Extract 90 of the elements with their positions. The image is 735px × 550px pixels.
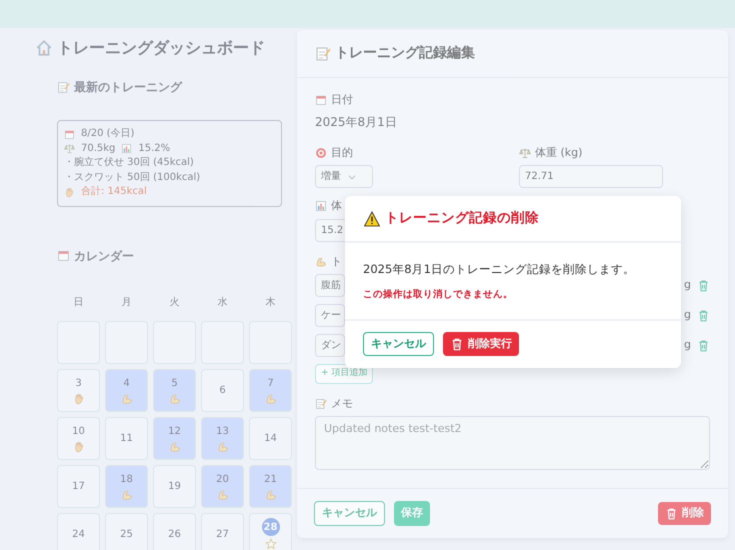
exercise-line: ・スクワット 50回 (100kcal): [64, 170, 202, 184]
field-label: 体重 (kg): [535, 144, 582, 160]
target-icon: [315, 146, 327, 159]
page-title: トレーニングダッシュボード: [57, 37, 265, 59]
calendar-day[interactable]: 28: [249, 512, 292, 550]
unit-label: g: [684, 337, 691, 354]
calendar-day[interactable]: 12: [153, 416, 196, 460]
weekday-label: 水: [216, 296, 228, 310]
trash-icon[interactable]: [697, 339, 710, 352]
calendar-day[interactable]: 11: [105, 416, 148, 460]
warning-icon: [364, 210, 380, 226]
calendar-day[interactable]: 10: [57, 416, 100, 460]
flexed-arm-icon: [168, 392, 180, 404]
entry-total: 合計: 145kcal: [81, 185, 147, 199]
hand-icon: [72, 440, 84, 452]
field-label: 体: [331, 198, 342, 214]
flexed-arm-icon: [120, 488, 132, 500]
dialog-title: トレーニング記録の削除: [385, 209, 539, 228]
flexed-arm-icon: [264, 392, 276, 404]
flexed-arm-icon: [264, 488, 276, 500]
unit-label: g: [684, 277, 691, 294]
calendar-day[interactable]: 5: [153, 368, 196, 412]
calendar-icon: [57, 249, 70, 262]
trash-icon: [450, 336, 464, 351]
weekday-label: 木: [264, 296, 276, 310]
memo-icon: [315, 398, 327, 410]
calendar-day[interactable]: 25: [105, 512, 148, 550]
exercise-line: ・腕立て伏せ 30回 (45kcal): [64, 156, 195, 170]
field-label: 日付: [331, 92, 353, 108]
entry-body-fat: 15.2%: [138, 142, 170, 156]
scale-icon: [519, 146, 531, 159]
cancel-button[interactable]: キャンセル: [314, 501, 385, 526]
house-icon: [35, 39, 53, 57]
calendar-icon: [315, 94, 327, 106]
trash-icon[interactable]: [697, 279, 710, 292]
delete-button[interactable]: 削除: [658, 502, 711, 525]
cancel-button[interactable]: キャンセル: [363, 332, 434, 356]
memo-textarea[interactable]: Updated notes test-test2: [315, 416, 710, 470]
calendar-day[interactable]: 26: [153, 512, 196, 550]
confirm-delete-button[interactable]: 削除実行: [443, 332, 519, 356]
warning-text: この操作は取り消しできません。: [363, 288, 514, 302]
save-button[interactable]: 保存: [394, 501, 430, 526]
flexed-arm-icon: [168, 440, 180, 452]
item-name-input[interactable]: ダン: [315, 334, 345, 357]
calendar-day[interactable]: 19: [153, 464, 196, 508]
section-heading: カレンダー: [74, 248, 134, 264]
item-name-input[interactable]: 腹筋: [315, 274, 345, 297]
calendar-day[interactable]: 17: [57, 464, 100, 508]
bar-chart-icon: [315, 200, 327, 212]
entry-weight: 70.5kg: [81, 142, 116, 156]
flexed-arm-icon: [120, 392, 132, 404]
scale-icon: [64, 143, 75, 154]
calendar-day[interactable]: 24: [57, 512, 100, 550]
calendar-day[interactable]: 7: [249, 368, 292, 412]
weekday-label: 火: [168, 296, 180, 310]
flexed-arm-icon: [216, 440, 228, 452]
calendar-day[interactable]: 13: [201, 416, 244, 460]
bar-chart-icon: [121, 143, 132, 154]
hand-icon: [72, 392, 84, 404]
trash-icon[interactable]: [697, 309, 710, 322]
goal-select[interactable]: 増量: [315, 165, 373, 188]
calendar-day[interactable]: 20: [201, 464, 244, 508]
dialog-message: 2025年8月1日のトレーニング記録を削除します。: [363, 261, 636, 278]
calendar-day[interactable]: 6: [201, 368, 244, 412]
trash-icon: [665, 507, 678, 520]
modal-title: トレーニング記録編集: [335, 44, 475, 63]
weekday-label: 月: [120, 296, 132, 310]
hand-icon: [64, 186, 75, 198]
weight-input[interactable]: 72.71: [519, 165, 663, 188]
field-label: メモ: [331, 396, 353, 412]
entry-date: 8/20 (今日): [81, 127, 134, 141]
calendar-icon: [64, 128, 75, 140]
section-heading: 最新のトレーニング: [74, 79, 182, 96]
star-icon: [264, 538, 276, 550]
calendar-day[interactable]: 27: [201, 512, 244, 550]
field-label: ト: [331, 254, 342, 270]
memo-icon: [315, 46, 331, 62]
flexed-arm-icon: [315, 256, 327, 268]
calendar-day[interactable]: 18: [105, 464, 148, 508]
calendar-day[interactable]: 3: [57, 368, 100, 412]
unit-label: g: [684, 307, 691, 324]
field-label: 目的: [331, 144, 353, 160]
calendar-day[interactable]: 21: [249, 464, 292, 508]
item-name-input[interactable]: ケー: [315, 304, 345, 327]
flexed-arm-icon: [216, 488, 228, 500]
date-value: 2025年8月1日: [315, 114, 398, 130]
weekday-label: 日: [72, 296, 84, 310]
calendar-day[interactable]: 14: [249, 416, 292, 460]
memo-icon: [57, 80, 70, 94]
calendar-day[interactable]: 4: [105, 368, 148, 412]
